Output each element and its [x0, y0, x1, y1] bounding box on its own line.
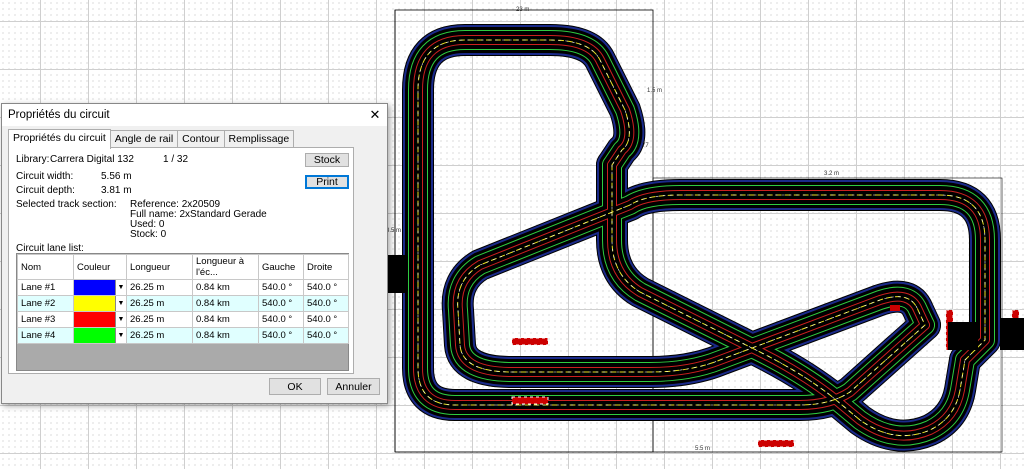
- lane-scale-length: 0.84 km: [192, 311, 259, 328]
- dropdown-arrow-icon[interactable]: ▼: [115, 312, 126, 327]
- color-swatch: [74, 296, 115, 311]
- lane-color-cell[interactable]: ▼: [73, 311, 127, 328]
- dropdown-arrow-icon[interactable]: ▼: [115, 280, 126, 295]
- lane-name: Lane #4: [17, 327, 74, 344]
- lane-length: 26.25 m: [126, 327, 193, 344]
- lane-scale-length: 0.84 km: [192, 327, 259, 344]
- dropdown-arrow-icon[interactable]: ▼: [115, 296, 126, 311]
- lane-right: 540.0 °: [303, 295, 349, 312]
- header-length[interactable]: Longueur: [126, 254, 193, 280]
- header-right[interactable]: Droite: [303, 254, 349, 280]
- tab-circuit-properties[interactable]: Propriétés du circuit: [8, 129, 111, 149]
- lane-scale-length: 0.84 km: [192, 279, 259, 296]
- lane-name: Lane #2: [17, 295, 74, 312]
- lane-name: Lane #3: [17, 311, 74, 328]
- lane-length: 26.25 m: [126, 279, 193, 296]
- dim-left: 3.5 m: [386, 228, 402, 234]
- color-swatch: [74, 328, 115, 343]
- lane-table: Nom Couleur Longueur Longueur à l'éc... …: [17, 254, 349, 344]
- selected-stock: Stock: 0: [130, 229, 167, 240]
- tab-strip: Propriétés du circuit Angle de rail Cont…: [8, 129, 295, 149]
- header-color[interactable]: Couleur: [73, 254, 127, 280]
- tab-rail-angle[interactable]: Angle de rail: [109, 130, 179, 148]
- header-name[interactable]: Nom: [17, 254, 74, 280]
- lane-length: 26.25 m: [126, 311, 193, 328]
- dropdown-arrow-icon[interactable]: ▼: [115, 328, 126, 343]
- dim-mid: 3.2 m: [824, 171, 840, 177]
- lane-left: 540.0 °: [258, 279, 304, 296]
- dim-marker: 77: [642, 143, 649, 149]
- stock-button[interactable]: Stock: [305, 153, 349, 167]
- ok-button[interactable]: OK: [269, 378, 321, 395]
- cancel-button[interactable]: Annuler: [327, 378, 380, 395]
- lane-right: 540.0 °: [303, 311, 349, 328]
- depth-label: Circuit depth:: [16, 185, 75, 196]
- lane-color-cell[interactable]: ▼: [73, 279, 127, 296]
- color-swatch: [74, 280, 115, 295]
- close-icon[interactable]: ✕: [363, 104, 387, 126]
- lane-scale-length: 0.84 km: [192, 295, 259, 312]
- color-swatch: [74, 312, 115, 327]
- properties-panel: Library: Carrera Digital 132 1 / 32 Stoc…: [8, 147, 354, 374]
- lane-color-cell[interactable]: ▼: [73, 327, 127, 344]
- lane-left: 540.0 °: [258, 295, 304, 312]
- dim-right-upper: 1.5 m: [647, 88, 663, 94]
- table-row[interactable]: Lane #4 ▼ 26.25 m 0.84 km 540.0 ° 540.0 …: [17, 327, 349, 344]
- dim-top: 23 m: [516, 7, 530, 13]
- circuit-properties-dialog: Propriétés du circuit ✕ Propriétés du ci…: [1, 103, 388, 404]
- dialog-title: Propriétés du circuit: [8, 109, 110, 121]
- lane-length: 26.25 m: [126, 295, 193, 312]
- lane-grid[interactable]: Nom Couleur Longueur Longueur à l'éc... …: [16, 253, 349, 371]
- page-indicator: 1 / 32: [163, 154, 189, 165]
- table-row[interactable]: Lane #3 ▼ 26.25 m 0.84 km 540.0 ° 540.0 …: [17, 311, 349, 328]
- width-label: Circuit width:: [16, 171, 74, 182]
- tab-fill[interactable]: Remplissage: [223, 130, 295, 148]
- dim-bottom: 5.5 m: [695, 446, 711, 452]
- width-value: 5.56 m: [101, 171, 132, 182]
- start-grid-left[interactable]: [388, 255, 406, 293]
- lane-name: Lane #1: [17, 279, 74, 296]
- lane-color-cell[interactable]: ▼: [73, 295, 127, 312]
- lane-right: 540.0 °: [303, 279, 349, 296]
- dialog-titlebar[interactable]: Propriétés du circuit ✕: [2, 104, 387, 126]
- library-label: Library:: [16, 154, 50, 165]
- track-end-piece[interactable]: [1000, 318, 1024, 350]
- table-row[interactable]: Lane #2 ▼ 26.25 m 0.84 km 540.0 ° 540.0 …: [17, 295, 349, 312]
- header-left[interactable]: Gauche: [258, 254, 304, 280]
- library-value: Carrera Digital 132: [50, 154, 134, 165]
- tab-outline[interactable]: Contour: [177, 130, 225, 148]
- depth-value: 3.81 m: [101, 185, 132, 196]
- table-row[interactable]: Lane #1 ▼ 26.25 m 0.84 km 540.0 ° 540.0 …: [17, 279, 349, 296]
- lane-right: 540.0 °: [303, 327, 349, 344]
- lane-left: 540.0 °: [258, 311, 304, 328]
- print-button[interactable]: Print: [305, 175, 349, 189]
- header-scale-length[interactable]: Longueur à l'éc...: [192, 254, 259, 280]
- selected-section-label: Selected track section:: [16, 199, 117, 210]
- start-grid-right[interactable]: [948, 322, 978, 350]
- lane-left: 540.0 °: [258, 327, 304, 344]
